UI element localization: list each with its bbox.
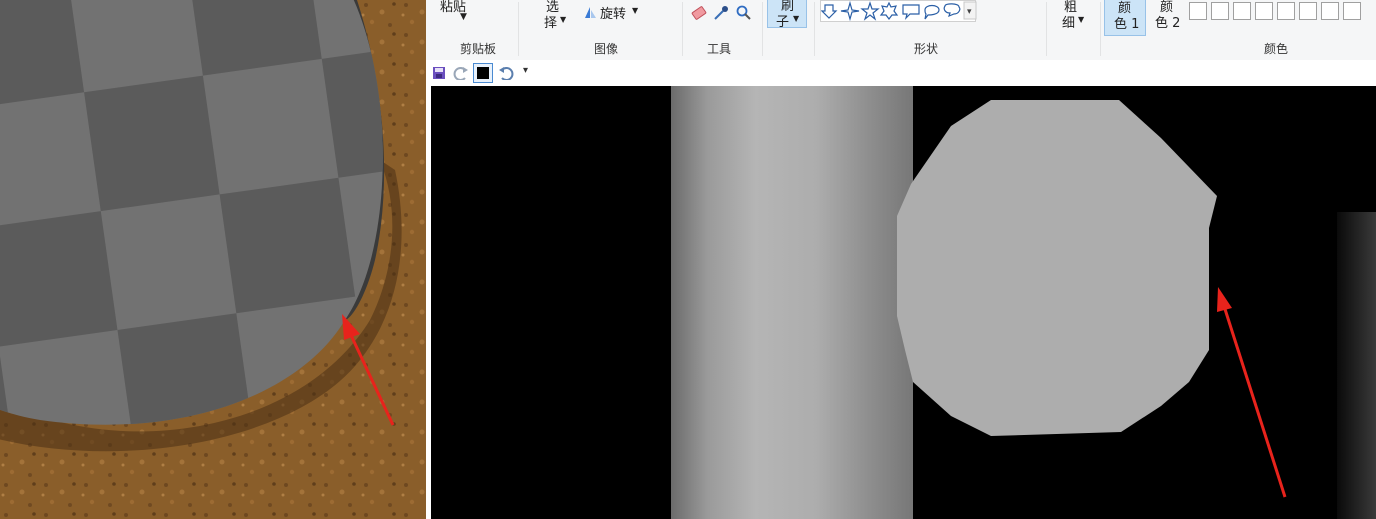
down-arrow-shape-icon[interactable] — [820, 4, 838, 19]
cloud-callout-icon[interactable] — [943, 3, 961, 18]
rect-callout-icon[interactable] — [902, 4, 920, 20]
chevron-down-icon: ▼ — [632, 6, 639, 15]
tools-group-label: 工具 — [706, 42, 731, 56]
ribbon: 粘贴 ▼ 剪贴板 选 择 ▼ 旋转 ▼ 图像 工具 刷 子 ▼ ▾ 形状 粗 细… — [426, 0, 1376, 61]
size-button[interactable]: 粗 细 ▼ — [1058, 0, 1092, 34]
grey-octagon — [897, 100, 1217, 436]
shapes-gallery[interactable]: ▾ — [820, 0, 977, 22]
image-group-label: 图像 — [593, 42, 618, 56]
shapes-group-label: 形状 — [913, 42, 938, 56]
clipboard-group-label: 剪贴板 — [459, 42, 496, 56]
chevron-down-icon: ▼ — [460, 12, 467, 22]
black-swatch — [477, 67, 489, 79]
canvas-drawing — [431, 86, 1376, 519]
oval-callout-icon[interactable] — [924, 4, 940, 20]
paste-button[interactable]: 粘贴 ▼ — [436, 0, 476, 34]
palette-swatch[interactable] — [1299, 2, 1317, 20]
four-point-star-icon[interactable] — [840, 0, 860, 22]
paint-window: 粘贴 ▼ 剪贴板 选 择 ▼ 旋转 ▼ 图像 工具 刷 子 ▼ ▾ 形状 粗 细… — [426, 0, 1376, 519]
shapes-row: ▾ — [820, 0, 977, 22]
color1-button[interactable]: 颜 色 1 — [1104, 0, 1146, 36]
select-button[interactable]: 选 择 ▼ — [538, 0, 570, 34]
rotate-button[interactable]: 旋转 ▼ — [582, 2, 638, 22]
chevron-down-icon: ▼ — [1078, 15, 1085, 24]
dark-edge-bar — [1337, 212, 1376, 519]
group-separator — [682, 2, 683, 56]
color2-button[interactable]: 颜 色 2 — [1150, 0, 1190, 36]
rotate-label: 旋转 — [600, 7, 627, 22]
palette-swatch[interactable] — [1189, 2, 1207, 20]
customize-toolbar-icon[interactable]: ▾ — [523, 65, 528, 76]
six-point-star-icon[interactable] — [879, 1, 899, 20]
render-scene — [0, 0, 426, 519]
redo-icon[interactable] — [453, 66, 469, 80]
color2-label-2: 色 2 — [1155, 16, 1181, 31]
group-separator — [518, 2, 519, 56]
palette-swatch[interactable] — [1211, 2, 1229, 20]
save-icon[interactable] — [432, 66, 446, 80]
eraser-icon[interactable] — [690, 4, 708, 22]
color1-label-2: 色 1 — [1114, 17, 1140, 32]
palette-swatch[interactable] — [1255, 2, 1273, 20]
palette-swatch[interactable] — [1277, 2, 1295, 20]
quick-access-toolbar: ▾ — [426, 60, 1376, 86]
five-point-star-icon[interactable] — [860, 1, 880, 21]
chevron-down-icon: ▼ — [560, 15, 567, 24]
size-label-2: 细 — [1062, 16, 1076, 31]
render-viewport — [0, 0, 426, 519]
group-separator — [1046, 2, 1047, 56]
rotate-icon — [585, 7, 596, 18]
group-separator — [762, 2, 763, 56]
select-label-2: 择 — [544, 16, 558, 31]
colors-group-label: 颜色 — [1263, 42, 1288, 56]
group-separator — [1100, 2, 1101, 56]
magnifier-icon[interactable] — [735, 4, 753, 22]
group-separator — [814, 2, 815, 56]
svg-text:▾: ▾ — [967, 7, 972, 17]
palette-swatch[interactable] — [1343, 2, 1361, 20]
paint-canvas[interactable] — [431, 86, 1376, 519]
brush-label-2: 子 — [776, 15, 790, 30]
grey-pillar — [671, 86, 913, 519]
color-picker-icon[interactable] — [712, 4, 730, 22]
palette-swatch[interactable] — [1233, 2, 1251, 20]
palette-swatch[interactable] — [1321, 2, 1339, 20]
undo-icon[interactable] — [498, 66, 514, 80]
chevron-down-icon: ▼ — [793, 14, 800, 23]
black-color-button[interactable] — [473, 63, 493, 83]
brushes-button[interactable]: 刷 子 ▼ — [767, 0, 807, 30]
